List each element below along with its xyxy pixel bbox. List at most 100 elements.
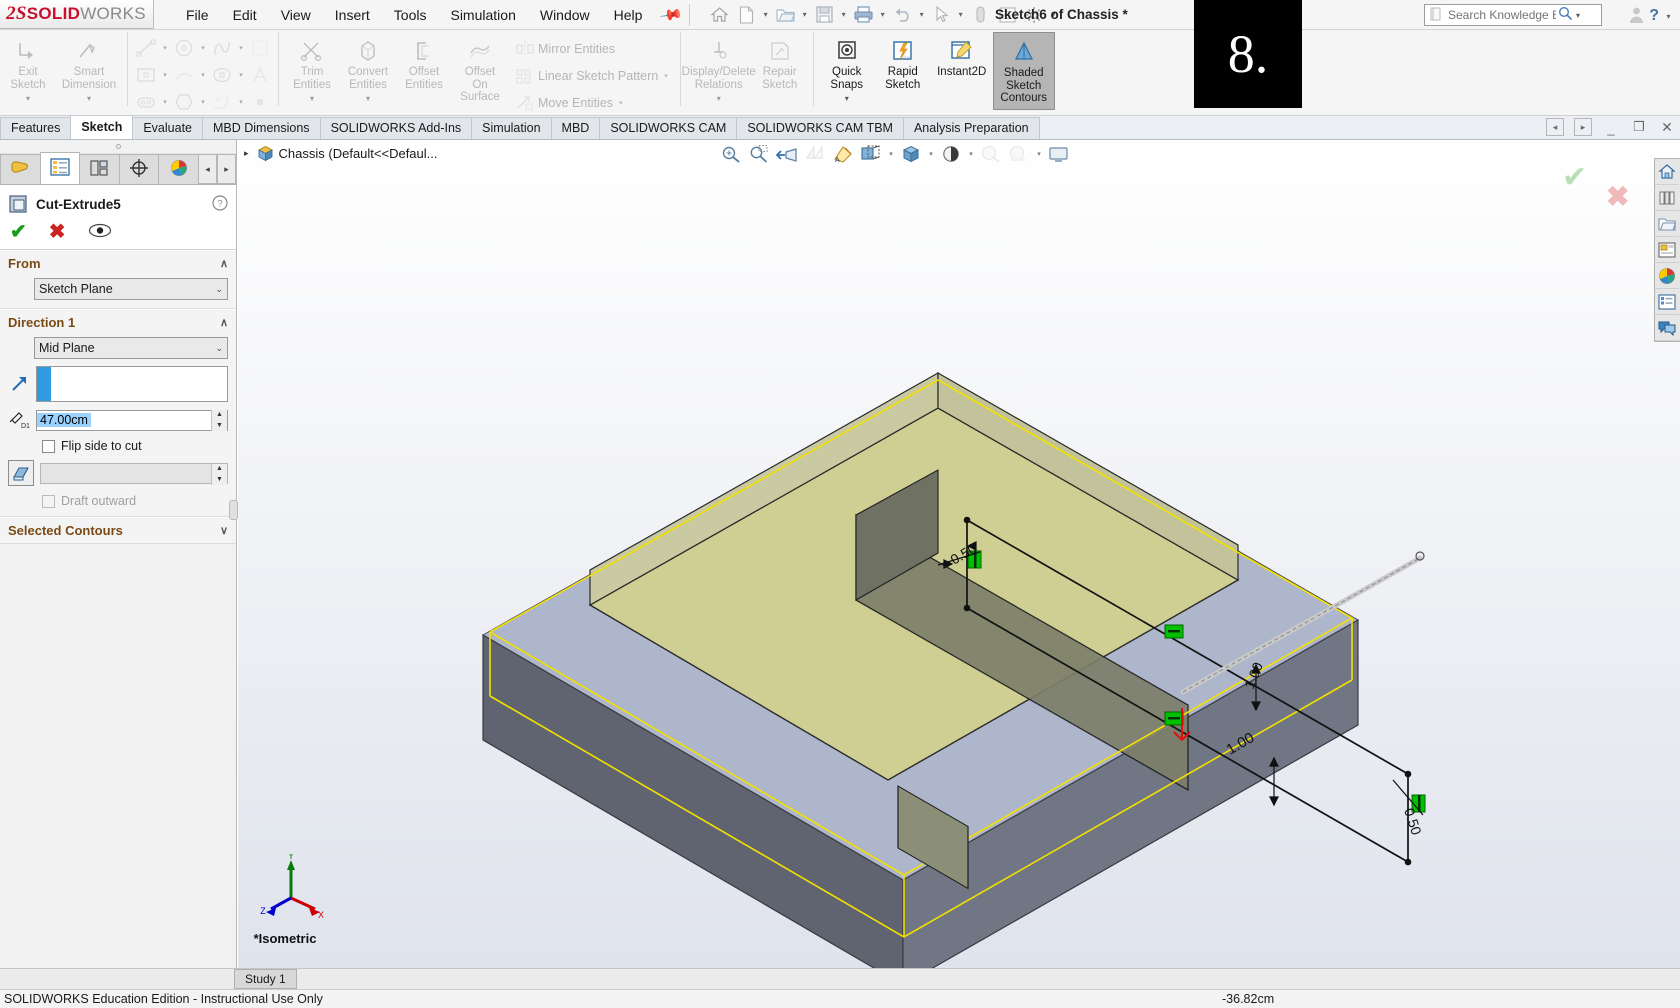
spline-caret-icon[interactable]: ▾ [236,44,246,52]
menu-item-simulation[interactable]: Simulation [438,3,527,27]
point-icon[interactable] [247,90,273,114]
chevron-up-icon[interactable]: ∧ [220,257,228,270]
arc-caret-icon[interactable]: ▾ [198,71,208,79]
minimize-icon[interactable]: _ [1602,118,1620,136]
tab-sketch[interactable]: Sketch [70,115,134,139]
save-caret-icon[interactable]: ▾ [838,3,849,27]
chevron-down-icon[interactable]: ⌄ [215,284,223,295]
ok-button[interactable]: ✔ [10,222,27,242]
spline-icon[interactable] [209,36,235,60]
model-3d-view[interactable]: 0.50 1.00 1.00 0.50 [238,140,1680,968]
smart-dimension-dropdown-icon[interactable]: ▾ [87,93,91,106]
spinner-up-icon[interactable]: ▲ [212,410,227,421]
from-condition-select[interactable]: Sketch Plane ⌄ [34,278,228,300]
feature-manager-tab[interactable] [0,154,41,184]
tab-simulation[interactable]: Simulation [471,117,552,139]
user-account-icon[interactable] [1628,6,1645,27]
fillet-icon[interactable] [209,90,235,114]
tab-solidworks-cam-tbm[interactable]: SOLIDWORKS CAM TBM [736,117,904,139]
property-manager-tab[interactable] [39,152,81,184]
display-delete-relations-dropdown-icon[interactable]: ▾ [717,93,721,106]
restore-window-icon[interactable]: ❐ [1630,118,1648,136]
polygon-icon[interactable] [171,90,197,114]
section-from-header[interactable]: From ∧ [0,251,236,276]
custom-properties-icon[interactable] [1655,289,1679,315]
rapid-sketch-button[interactable]: Rapid Sketch [875,32,931,110]
search-input[interactable] [1446,7,1558,23]
scroll-tabs-left-icon[interactable]: ◂ [198,154,217,184]
smart-dimension-button[interactable]: Smart Dimension ▾ [56,32,122,110]
linear-sketch-pattern-command[interactable]: Linear Sketch Pattern ▾ [512,64,668,88]
display-manager-tab[interactable] [158,154,199,184]
file-explorer-icon[interactable] [1655,211,1679,237]
spinner-down-icon[interactable]: ▼ [212,420,227,431]
menu-item-tools[interactable]: Tools [382,3,439,27]
move-entities-dropdown-icon[interactable]: ▾ [619,99,623,107]
solidworks-resources-icon[interactable] [1655,159,1679,185]
shaded-sketch-contours-button[interactable]: Shaded Sketch Contours [992,32,1055,110]
view-palette-icon[interactable] [1655,237,1679,263]
tab-mbd-dimensions[interactable]: MBD Dimensions [202,117,321,139]
rebuild-icon[interactable] [967,3,993,27]
move-entities-command[interactable]: Move Entities ▾ [512,91,668,115]
undo-icon[interactable] [889,3,915,27]
scroll-tabs-right-icon[interactable]: ▸ [217,154,236,184]
direction-reference-field[interactable] [36,366,228,402]
grid-icon[interactable] [247,36,273,60]
circle-caret-icon[interactable]: ▾ [198,44,208,52]
chevron-down-icon[interactable]: ⌄ [215,343,223,354]
undo-caret-icon[interactable]: ▾ [916,3,927,27]
open-folder-caret-icon[interactable]: ▾ [799,3,810,27]
help-caret-icon[interactable]: ▾ [1663,4,1674,28]
menu-item-window[interactable]: Window [528,3,602,27]
rectangle-caret-icon[interactable]: ▾ [160,71,170,79]
restore-next-icon[interactable]: ▸ [1574,118,1592,136]
tab-solidworks-add-ins[interactable]: SOLIDWORKS Add-Ins [319,117,473,139]
chevron-up-icon[interactable]: ∧ [220,316,228,329]
menu-item-view[interactable]: View [269,3,323,27]
exit-sketch-button[interactable]: Exit Sketch ▾ [0,32,56,110]
circle-icon[interactable] [171,36,197,60]
polygon-caret-icon[interactable]: ▾ [198,98,208,106]
end-condition-select[interactable]: Mid Plane ⌄ [34,337,228,359]
help-circle-icon[interactable]: ? [212,194,228,214]
instant2d-button[interactable]: Instant2D [931,32,993,110]
mirror-entities-command[interactable]: Mirror Entities [512,37,668,61]
convert-entities-dropdown-icon[interactable]: ▾ [366,93,370,106]
new-document-icon[interactable] [733,3,759,27]
chevron-down-icon[interactable]: ∨ [220,524,228,537]
fillet-caret-icon[interactable]: ▾ [236,98,246,106]
menu-item-file[interactable]: File [174,3,221,27]
line-icon[interactable] [133,36,159,60]
flip-side-to-cut-checkbox[interactable] [42,439,55,453]
help-question-icon[interactable]: ? [1649,7,1659,25]
trim-entities-button[interactable]: Trim Entities ▾ [284,32,340,110]
exit-sketch-dropdown-icon[interactable]: ▾ [26,93,30,106]
tab-mbd[interactable]: MBD [550,117,601,139]
pin-icon[interactable]: 📌 [659,2,685,28]
ellipse-icon[interactable] [209,63,235,87]
print-caret-icon[interactable]: ▾ [877,3,888,27]
select-caret-icon[interactable]: ▾ [955,3,966,27]
display-delete-relations-button[interactable]: Display/Delete Relations ▾ [682,32,756,110]
close-window-icon[interactable]: ✕ [1658,118,1676,136]
section-direction-1-header[interactable]: Direction 1 ∧ [0,310,236,335]
open-folder-icon[interactable] [772,3,798,27]
tab-features[interactable]: Features [0,117,72,139]
graphics-viewport[interactable]: ▸ Chassis (Default<<Defaul... A ▾ ▾ ▾ ▾ … [238,140,1680,968]
preview-toggle-button[interactable] [88,223,112,241]
home-icon[interactable] [706,3,732,27]
search-knowledge-base[interactable]: ▾ [1424,4,1602,26]
depth-spinner[interactable]: ▲ ▼ [211,409,227,431]
save-icon[interactable] [811,3,837,27]
slot-icon[interactable] [133,90,159,114]
linear-sketch-pattern-dropdown-icon[interactable]: ▾ [664,72,668,80]
text-icon[interactable] [247,63,273,87]
flip-side-to-cut-row[interactable]: Flip side to cut [42,439,228,453]
arc-icon[interactable] [171,63,197,87]
configuration-manager-tab[interactable] [79,154,120,184]
trim-entities-dropdown-icon[interactable]: ▾ [310,93,314,106]
quick-snaps-dropdown-icon[interactable]: ▾ [845,93,849,106]
menu-item-insert[interactable]: Insert [323,3,382,27]
reverse-direction-icon[interactable] [8,373,30,395]
